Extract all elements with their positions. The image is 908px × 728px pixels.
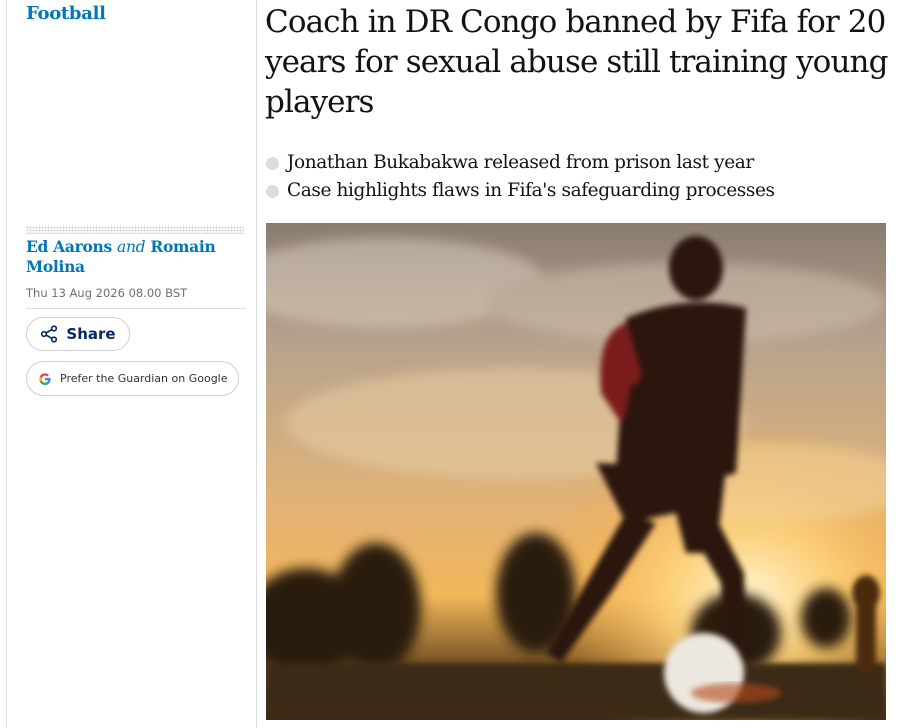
hero-image [266,223,886,720]
author-link[interactable]: Ed Aarons [26,237,112,256]
byline-conjunction: and [117,238,146,256]
bullet-icon [266,185,279,198]
google-g-icon [38,372,52,386]
share-button[interactable]: Share [26,317,130,351]
bullet-icon [266,157,279,170]
standfirst-item: Jonathan Bukabakwa released from prison … [265,149,885,177]
standfirst-text: Case highlights flaws in Fifa's safeguar… [287,180,775,201]
article-page: Football Coach in DR Congo banned by Fif… [0,0,908,728]
left-column-rule [6,0,7,728]
publication-date: Thu 13 Aug 2026 08.00 BST [26,286,188,300]
section-link-football[interactable]: Football [26,3,106,24]
standfirst-list: Jonathan Bukabakwa released from prison … [265,149,885,205]
meta-column-rule [256,0,257,728]
standfirst-text: Jonathan Bukabakwa released from prison … [287,152,754,173]
share-icon [40,325,58,343]
meta-divider [26,308,246,309]
article-headline: Coach in DR Congo banned by Fifa for 20 … [265,4,888,120]
share-button-label: Share [66,325,116,343]
byline: Ed Aarons and Romain Molina [26,237,246,277]
byline-divider [26,226,244,234]
standfirst-item: Case highlights flaws in Fifa's safeguar… [265,177,885,205]
hero-image-illustration [266,223,886,720]
prefer-guardian-label: Prefer the Guardian on Google [60,372,228,385]
prefer-guardian-on-google-button[interactable]: Prefer the Guardian on Google [26,361,239,396]
